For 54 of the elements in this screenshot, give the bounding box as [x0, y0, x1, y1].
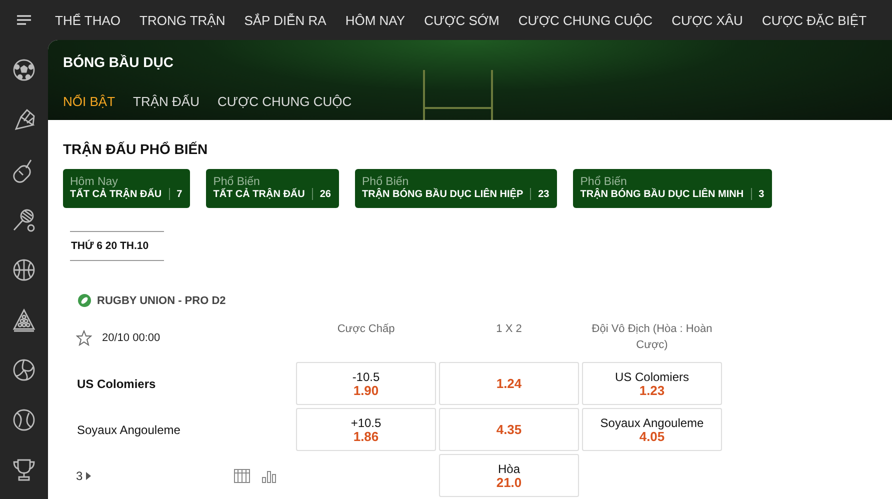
trophy-icon — [11, 457, 37, 483]
more-markets-link[interactable]: 3 — [76, 468, 91, 482]
menu-icon — [17, 15, 31, 25]
popular-match-card[interactable]: Phổ Biến TRẬN BÓNG BẦU DỤC LIÊN MINH 3 — [573, 169, 772, 208]
team-name: Soyaux Angouleme — [76, 422, 182, 438]
soccer-icon — [11, 57, 37, 83]
sport-tab[interactable]: NỔI BẬT — [63, 94, 116, 109]
market-header: Cược Chấp — [336, 322, 396, 337]
sport-tab[interactable]: TRẬN ĐẤU — [133, 94, 200, 109]
caret-icon — [86, 472, 91, 480]
nav-tab[interactable]: CƯỢC XÂU — [672, 12, 743, 28]
odds-button[interactable]: US Colomiers 1.23 — [582, 362, 722, 405]
tennis-icon — [11, 207, 37, 233]
popular-match-card[interactable]: Phổ Biến TẤT CẢ TRẬN ĐẤU 26 — [206, 169, 339, 208]
date-tab[interactable]: THỨ 6 20 TH.10 — [70, 231, 164, 261]
baseball-icon — [11, 407, 37, 433]
sport-tab[interactable]: CƯỢC CHUNG CUỘC — [217, 94, 352, 109]
nav-tab[interactable]: CƯỢC ĐẶC BIỆT — [762, 12, 867, 28]
odds-button[interactable]: 1.24 — [439, 362, 579, 405]
popular-match-card[interactable]: Phổ Biến TRẬN BÓNG BẦU DỤC LIÊN HIỆP 23 — [355, 169, 558, 208]
volleyball-icon — [11, 357, 37, 383]
trophy-sport-button[interactable] — [11, 457, 37, 483]
rugby-goal-drawing — [423, 70, 493, 120]
nav-tab[interactable]: HÔM NAY — [345, 12, 406, 28]
bar-chart-icon[interactable] — [262, 468, 277, 482]
section-title: TRẬN ĐẤU PHỔ BIẾN — [63, 141, 209, 157]
team-name: US Colomiers — [76, 376, 157, 392]
sport-title: BÓNG BẦU DỤC — [63, 54, 174, 70]
pool-icon — [11, 307, 37, 333]
market-header: Đội Vô Địch (Hòa : Hoàn Cược) — [590, 322, 714, 353]
table-icon[interactable] — [234, 468, 250, 482]
odds-button[interactable]: +10.5 1.86 — [296, 408, 436, 451]
pool-sport-button[interactable] — [11, 307, 37, 333]
odds-button[interactable]: -10.5 1.90 — [296, 362, 436, 405]
basketball-icon — [11, 257, 37, 283]
tennis-sport-button[interactable] — [11, 207, 37, 233]
league-name: RUGBY UNION - PRO D2 — [97, 294, 226, 306]
nav-tab[interactable]: SẮP DIỄN RA — [244, 12, 326, 28]
market-header: 1 X 2 — [495, 322, 523, 337]
odds-button[interactable]: 4.35 — [439, 408, 579, 451]
soccer-sport-button[interactable] — [11, 57, 37, 83]
popular-match-card[interactable]: Hôm Nay TẤT CẢ TRẬN ĐẤU 7 — [63, 169, 190, 208]
basketball-sport-button[interactable] — [11, 257, 37, 283]
match-time: 20/10 00:00 — [102, 332, 160, 344]
baseball-sport-button[interactable] — [11, 407, 37, 433]
nav-tab[interactable]: CƯỢC SỚM — [424, 12, 500, 28]
star-icon[interactable] — [76, 330, 92, 346]
nav-tab[interactable]: CƯỢC CHUNG CUỘC — [518, 12, 653, 28]
nav-tab[interactable]: THỂ THAO — [55, 12, 120, 28]
rugby-ball-icon — [78, 294, 91, 307]
volleyball-sport-button[interactable] — [11, 357, 37, 383]
nav-tab[interactable]: TRONG TRẬN — [140, 12, 226, 28]
odds-button[interactable]: Soyaux Angouleme 4.05 — [582, 408, 722, 451]
odds-button[interactable]: Hòa 21.0 — [439, 454, 579, 497]
